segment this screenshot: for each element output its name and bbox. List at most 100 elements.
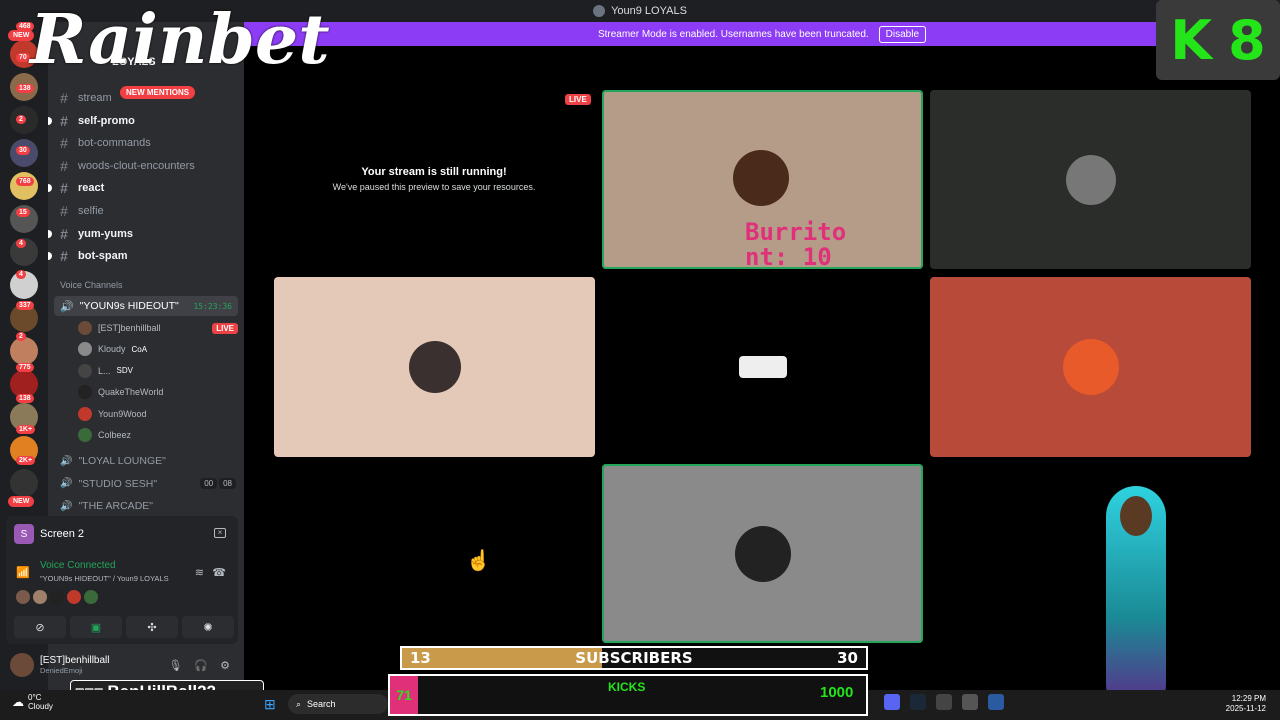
discord-icon[interactable] bbox=[884, 694, 900, 710]
channel-item[interactable]: # react bbox=[48, 178, 238, 198]
voice-channel[interactable]: 🔊 "LOYAL LOUNGE" bbox=[60, 451, 236, 471]
server-icon[interactable] bbox=[10, 337, 38, 365]
voice-channel-name: "LOYAL LOUNGE" bbox=[78, 455, 166, 467]
hash-icon: # bbox=[60, 248, 68, 265]
user-controls: 🎙 🎧 ⚙ bbox=[168, 659, 230, 672]
voice-member[interactable]: Colbeez bbox=[78, 426, 238, 444]
soundboard-icon[interactable]: ✺ bbox=[182, 616, 234, 638]
video-tile[interactable] bbox=[274, 277, 595, 457]
speaker-icon: 🔊 bbox=[60, 500, 73, 512]
channel-name: woods-clout-encounters bbox=[78, 159, 195, 172]
participant-avatar bbox=[734, 525, 791, 582]
channel-item[interactable]: # woods-clout-encounters bbox=[58, 156, 238, 176]
participant-avatar bbox=[738, 356, 787, 378]
notification-badge: 2 bbox=[16, 115, 26, 124]
video-tile[interactable] bbox=[602, 464, 923, 643]
voice-channel[interactable]: 🔊 "THE ARCADE" bbox=[60, 496, 236, 516]
speaker-icon: 🔊 bbox=[60, 300, 74, 313]
subscriber-goal-bar: 13 SUBSCRIBERS 30 bbox=[400, 646, 868, 670]
disconnect-icon[interactable]: ☎ bbox=[212, 566, 226, 579]
hash-icon: # bbox=[60, 180, 68, 197]
voice-channel[interactable]: 🔊 "STUDIO SESH" 00 08 bbox=[60, 474, 236, 494]
cloud-icon: ☁ bbox=[12, 695, 24, 710]
channel-item[interactable]: # bot-commands bbox=[58, 133, 238, 153]
notification-badge: 337 bbox=[16, 301, 34, 310]
paused-subtitle: We've paused this preview to save your r… bbox=[332, 182, 536, 192]
camera-off-icon[interactable]: ⊘ bbox=[14, 616, 66, 638]
channel-item[interactable]: # self-promo bbox=[48, 111, 238, 131]
avatar bbox=[78, 385, 92, 400]
avatar[interactable] bbox=[67, 590, 81, 604]
app-icon[interactable] bbox=[988, 694, 1004, 710]
voice-channel-name: "THE ARCADE" bbox=[78, 500, 154, 513]
voice-member[interactable]: QuakeTheWorld bbox=[78, 383, 238, 401]
notification-badge: 775 bbox=[16, 363, 34, 372]
connected-avatars bbox=[16, 590, 98, 604]
server-icon bbox=[593, 5, 606, 17]
hand-cursor-icon: ☝ bbox=[466, 550, 491, 572]
avatar bbox=[78, 406, 92, 421]
channel-item[interactable]: # stream bbox=[58, 88, 238, 108]
channel-item[interactable]: # yum-yums bbox=[48, 224, 238, 244]
goal-label: SUBSCRIBERS bbox=[575, 649, 693, 667]
settings-icon[interactable] bbox=[962, 694, 978, 710]
notification-badge: 15 bbox=[16, 208, 30, 217]
signal-icon[interactable]: 📶 bbox=[16, 566, 30, 579]
avatar[interactable] bbox=[50, 590, 64, 604]
start-icon[interactable]: ⊞ bbox=[264, 696, 276, 713]
channel-name: yum-yums bbox=[78, 227, 134, 240]
gear-icon[interactable]: ⚙ bbox=[220, 659, 230, 672]
member-name: Colbeez bbox=[98, 430, 132, 440]
rainbet-logo: Rainbet bbox=[30, 0, 330, 80]
taskbar-apps bbox=[884, 694, 1004, 710]
streamer-mode-banner: Streamer Mode is enabled. Usernames have… bbox=[244, 22, 1280, 46]
video-tile[interactable] bbox=[930, 90, 1251, 269]
channel-item[interactable]: # bot-spam bbox=[48, 246, 238, 266]
weather-widget[interactable]: ☁ 0°C Cloudy bbox=[12, 693, 53, 712]
channel-name: react bbox=[78, 182, 105, 195]
search-input[interactable]: ⌕ Search bbox=[288, 694, 388, 714]
headphones-icon[interactable]: 🎧 bbox=[194, 659, 208, 672]
user-name[interactable]: [EST]benhillball bbox=[40, 655, 109, 666]
voice-member[interactable]: Kloudy CoA bbox=[78, 340, 238, 358]
user-limit: 00 08 bbox=[200, 478, 236, 490]
video-tile[interactable] bbox=[930, 277, 1251, 457]
avatar[interactable] bbox=[16, 590, 30, 604]
goal-fill bbox=[402, 648, 602, 668]
channel-item[interactable]: # selfie bbox=[58, 201, 238, 221]
notification-badge: 138 bbox=[16, 394, 34, 403]
screen-share-panel: S Screen 2 × 📶 Voice Connected "YOUN9s H… bbox=[6, 516, 238, 644]
voice-member[interactable]: L... SDV bbox=[78, 362, 238, 380]
server-icon[interactable] bbox=[10, 469, 38, 497]
steam-icon[interactable] bbox=[910, 694, 926, 710]
voice-member[interactable]: [EST]benhillball LIVE bbox=[78, 319, 238, 337]
share-screen-icon[interactable]: ▣ bbox=[70, 616, 122, 638]
member-name: Youn9Wood bbox=[98, 408, 147, 419]
channel-name: self-promo bbox=[78, 114, 135, 127]
notification-badge: 138 bbox=[16, 84, 34, 93]
stop-share-icon[interactable]: × bbox=[214, 528, 226, 538]
activities-icon[interactable]: ✣ bbox=[126, 616, 178, 638]
noise-suppression-icon[interactable]: ≋ bbox=[195, 566, 204, 579]
hash-icon: # bbox=[60, 225, 68, 242]
avatar[interactable] bbox=[84, 590, 98, 604]
new-badge: NEW bbox=[8, 496, 35, 507]
voice-member[interactable]: Youn9Wood bbox=[78, 405, 238, 423]
voice-channel-timer: 15:23:36 bbox=[193, 301, 232, 311]
notification-badge: 2 bbox=[16, 332, 26, 341]
user-avatar[interactable] bbox=[10, 653, 34, 677]
voice-connected-status[interactable]: Voice Connected bbox=[40, 560, 116, 571]
avatar[interactable] bbox=[33, 590, 47, 604]
strip-left-count: 71 bbox=[390, 676, 418, 714]
voice-channel-active[interactable]: 🔊 "YOUN9s HIDEOUT" 15:23:36 bbox=[54, 296, 238, 316]
video-tile[interactable] bbox=[602, 277, 923, 457]
mic-icon[interactable]: 🎙 bbox=[168, 659, 182, 672]
disable-button[interactable]: Disable bbox=[878, 25, 927, 43]
member-tag: SDV bbox=[116, 366, 133, 376]
window-title: Youn9 LOYALS bbox=[611, 5, 687, 17]
clock[interactable]: 12:29 PM 2025-11-12 bbox=[1226, 694, 1266, 715]
panel-controls: ⊘ ▣ ✣ ✺ bbox=[14, 616, 234, 638]
obs-icon[interactable] bbox=[936, 694, 952, 710]
notification-badge: 4 bbox=[16, 270, 26, 279]
voice-channels-header[interactable]: Voice Channels bbox=[60, 280, 123, 290]
